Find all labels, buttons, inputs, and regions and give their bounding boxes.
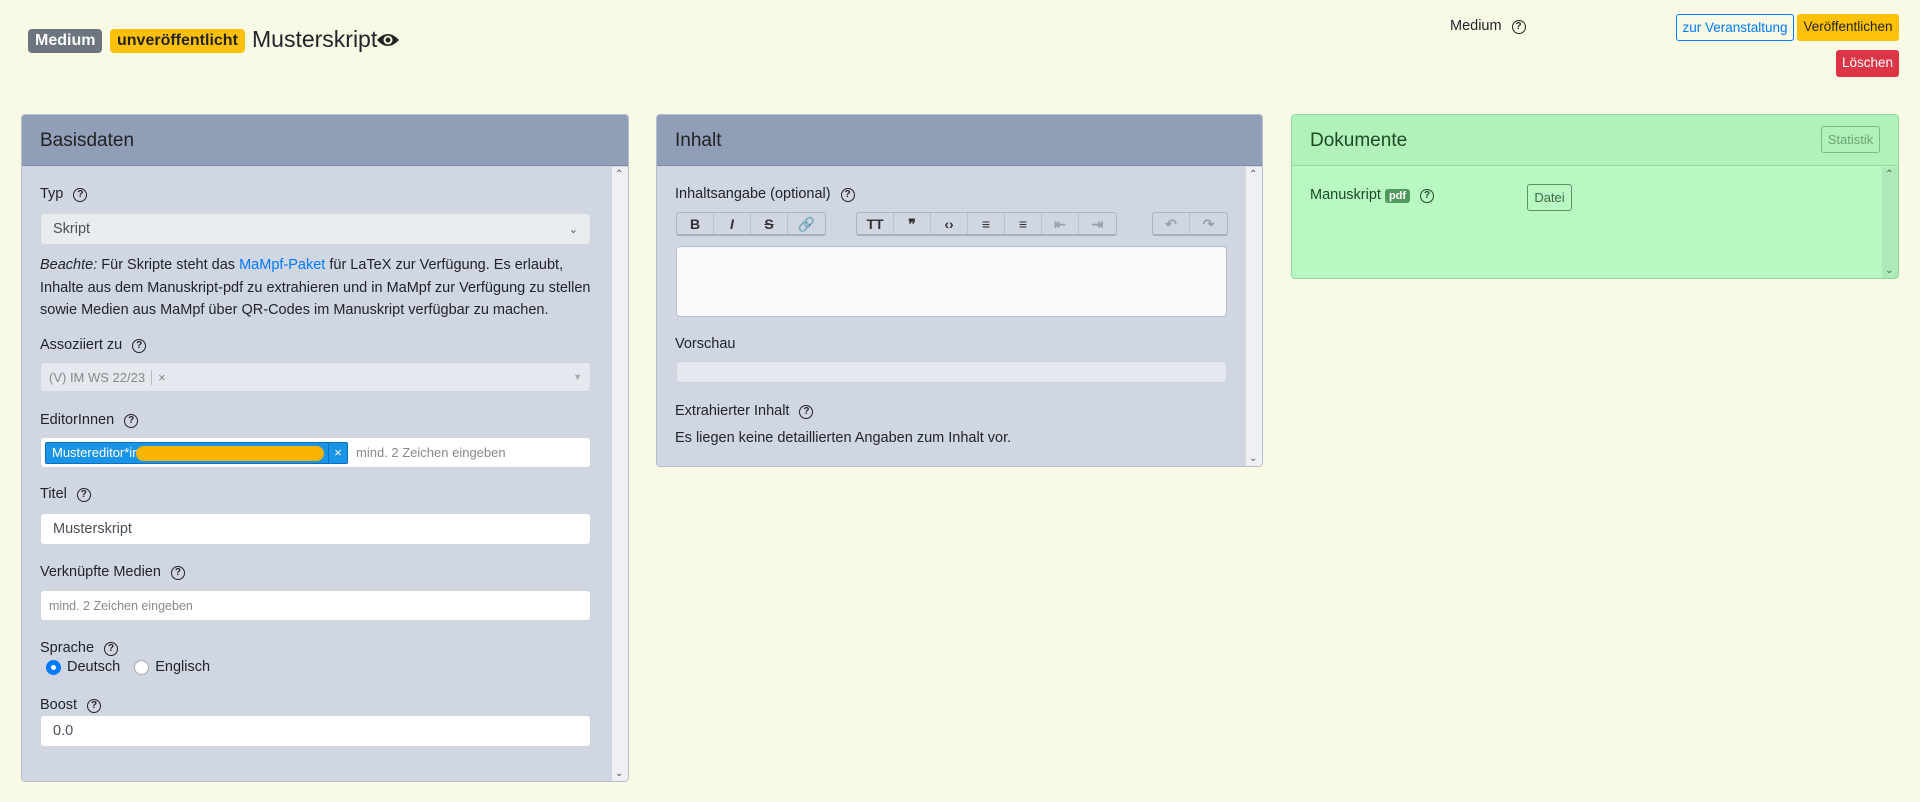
help-icon[interactable]: ? xyxy=(1420,189,1435,203)
page-title: Musterskript xyxy=(252,26,378,52)
statistics-button[interactable]: Statistik xyxy=(1821,126,1880,153)
editors-text: EditorInnen xyxy=(40,412,115,428)
to-event-button[interactable]: zur Veranstaltung xyxy=(1676,14,1794,41)
bold-button[interactable]: B xyxy=(677,213,714,234)
caret-down-icon: ▼ xyxy=(573,372,582,382)
boost-value: 0.0 xyxy=(53,723,74,739)
help-icon[interactable]: ? xyxy=(124,414,139,428)
numbered-list-button[interactable]: ≡ xyxy=(1005,213,1042,234)
extracted-label: Extrahierter Inhalt? xyxy=(675,403,814,419)
editors-label: EditorInnen? xyxy=(40,412,139,428)
mampf-package-link[interactable]: MaMpf-Paket xyxy=(239,257,325,273)
assoc-select[interactable]: (V) IM WS 22/23 × ▼ xyxy=(40,362,591,392)
assoc-label: Assoziiert zu? xyxy=(40,337,147,353)
bullet-list-button[interactable]: ≡ xyxy=(968,213,1005,234)
eye-icon[interactable] xyxy=(376,31,400,49)
typ-select[interactable]: Skript ⌄ xyxy=(40,213,591,245)
editor-tag: Mustereditor*in × xyxy=(45,441,348,464)
block-toolbar: TT ❞ ‹› ≡ ≡ ⇤ ⇥ xyxy=(856,212,1117,236)
radio-englisch[interactable] xyxy=(134,659,150,675)
media-placeholder: mind. 2 Zeichen eingeben xyxy=(49,598,193,613)
lang-label: Sprache? xyxy=(40,640,119,656)
editors-placeholder: mind. 2 Zeichen eingeben xyxy=(356,445,506,460)
pdf-badge: pdf xyxy=(1384,189,1411,203)
type-badge: Medium xyxy=(28,29,103,53)
radio-label-englisch: Englisch xyxy=(155,659,211,675)
lang-text: Sprache xyxy=(40,640,95,656)
file-button[interactable]: Datei xyxy=(1527,184,1572,211)
remove-icon[interactable]: × xyxy=(151,369,166,385)
strikethrough-button[interactable]: S xyxy=(751,213,788,234)
note-emphasis: Beachte: xyxy=(40,257,98,273)
remove-icon[interactable]: × xyxy=(328,442,347,463)
panel-title: Dokumente xyxy=(1292,115,1898,166)
help-icon[interactable]: ? xyxy=(799,405,814,419)
help-icon[interactable]: ? xyxy=(73,188,88,202)
help-icon[interactable]: ? xyxy=(132,339,147,353)
preview-box xyxy=(676,361,1227,383)
radio-label-deutsch: Deutsch xyxy=(67,659,121,675)
status-badge: unveröffentlicht xyxy=(110,29,245,53)
titel-input[interactable]: Musterskript xyxy=(40,513,591,545)
media-input[interactable]: mind. 2 Zeichen eingeben xyxy=(40,590,591,621)
extracted-text: Extrahierter Inhalt xyxy=(675,403,790,419)
titel-value: Musterskript xyxy=(53,521,132,537)
scrollbar[interactable]: ⌃ ⌄ xyxy=(1246,167,1262,466)
format-toolbar: B I S 🔗 xyxy=(676,212,826,236)
history-toolbar: ↶ ↷ xyxy=(1152,212,1228,236)
note-text: Für Skripte steht das xyxy=(97,257,240,273)
titel-text: Titel xyxy=(40,486,67,502)
help-icon[interactable]: ? xyxy=(87,699,102,713)
radio-deutsch[interactable] xyxy=(46,659,61,675)
media-text: Verknüpfte Medien xyxy=(40,564,161,580)
assoc-text: Assoziiert zu xyxy=(40,337,123,353)
italic-button[interactable]: I xyxy=(714,213,751,234)
redaction-mark xyxy=(136,445,324,461)
outdent-button[interactable]: ⇤ xyxy=(1042,213,1079,234)
extracted-content: Es liegen keine detaillierten Angaben zu… xyxy=(675,430,1012,446)
redo-button[interactable]: ↷ xyxy=(1190,213,1227,234)
assoc-value: (V) IM WS 22/23 xyxy=(49,369,146,385)
titel-label: Titel? xyxy=(40,486,91,502)
summary-editor[interactable] xyxy=(676,246,1227,317)
manuscript-label: Manuskript pdf? xyxy=(1310,187,1435,203)
undo-button[interactable]: ↶ xyxy=(1153,213,1190,234)
preview-label: Vorschau xyxy=(675,336,736,352)
scrollbar[interactable]: ⌃ ⌄ xyxy=(612,167,628,781)
panel-title: Basisdaten xyxy=(22,115,628,166)
link-button[interactable]: 🔗 xyxy=(788,213,825,234)
media-label: Verknüpfte Medien? xyxy=(40,564,185,580)
medium-label: Medium? xyxy=(1450,18,1526,34)
boost-input[interactable]: 0.0 xyxy=(40,715,591,747)
typ-label: Typ? xyxy=(40,186,88,202)
editors-input[interactable]: Mustereditor*in × mind. 2 Zeichen eingebe… xyxy=(40,437,591,468)
help-icon[interactable]: ? xyxy=(76,488,91,502)
editor-name: Mustereditor*in xyxy=(52,444,140,460)
typ-value: Skript xyxy=(53,221,91,237)
boost-label: Boost? xyxy=(40,697,102,713)
scrollbar[interactable]: ⌃ ⌄ xyxy=(1882,167,1898,278)
quote-button[interactable]: ❞ xyxy=(894,213,931,234)
heading-button[interactable]: TT xyxy=(857,213,894,234)
help-icon[interactable]: ? xyxy=(1511,20,1526,34)
help-icon[interactable]: ? xyxy=(170,566,185,580)
help-icon[interactable]: ? xyxy=(840,188,855,202)
panel-title: Inhalt xyxy=(657,115,1262,166)
publish-button[interactable]: Veröffentlichen xyxy=(1797,14,1899,41)
lang-radio-group: Deutsch Englisch xyxy=(46,659,210,675)
script-note: Beachte: Für Skripte steht das MaMpf-Pak… xyxy=(40,254,600,322)
indent-button[interactable]: ⇥ xyxy=(1079,213,1116,234)
code-button[interactable]: ‹› xyxy=(931,213,968,234)
chevron-down-icon: ⌄ xyxy=(568,223,578,236)
typ-text: Typ xyxy=(40,186,64,202)
medium-text: Medium xyxy=(1450,18,1502,34)
summary-text: Inhaltsangabe (optional) xyxy=(675,186,831,202)
boost-text: Boost xyxy=(40,697,78,713)
delete-button[interactable]: Löschen xyxy=(1836,50,1899,77)
help-icon[interactable]: ? xyxy=(104,642,119,656)
summary-label: Inhaltsangabe (optional)? xyxy=(675,186,855,202)
manuscript-text: Manuskript xyxy=(1310,187,1381,203)
